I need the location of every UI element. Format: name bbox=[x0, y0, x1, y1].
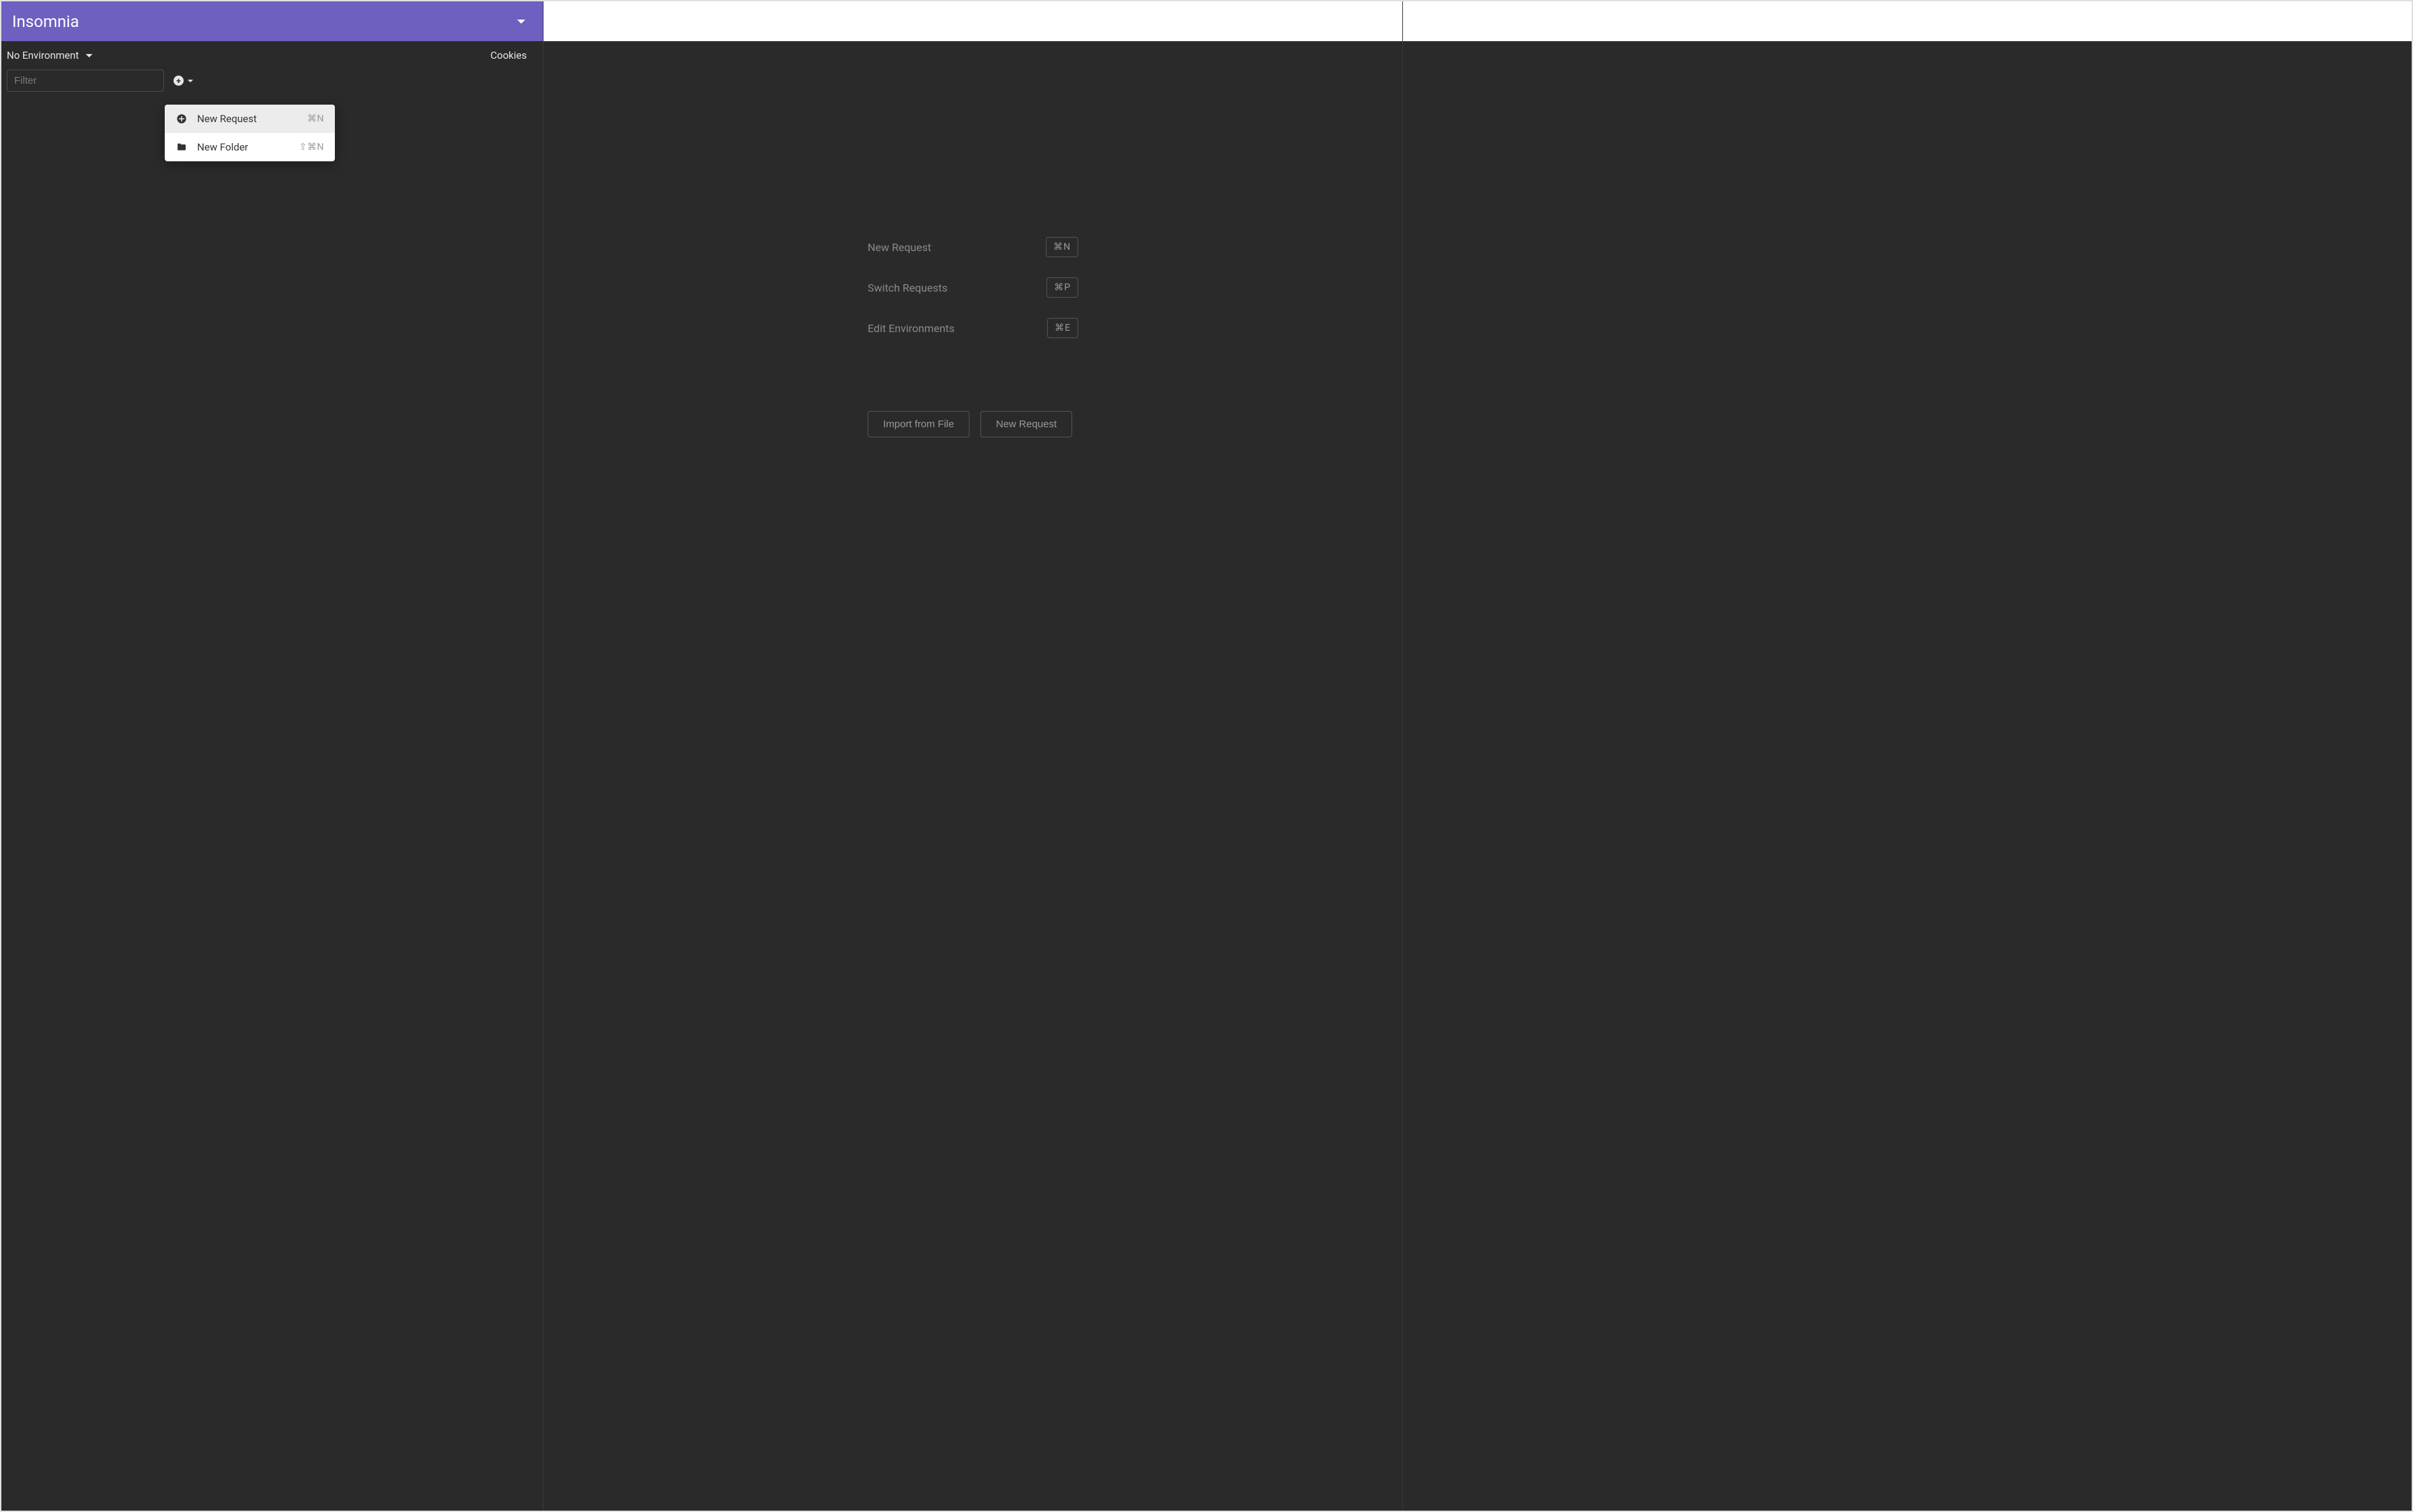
filter-input[interactable] bbox=[7, 70, 164, 92]
main-area: New Request ⌘N Switch Requests ⌘P Edit E… bbox=[543, 1, 2412, 1511]
menu-item-new-request[interactable]: New Request ⌘N bbox=[165, 105, 335, 133]
hint-shortcut: ⌘E bbox=[1047, 318, 1078, 338]
filter-row: + bbox=[1, 70, 543, 99]
response-pane-body bbox=[1403, 41, 2412, 1511]
menu-item-new-folder[interactable]: New Folder ⇧⌘N bbox=[165, 133, 335, 161]
caret-down-icon bbox=[86, 54, 92, 57]
environment-label: No Environment bbox=[7, 49, 79, 61]
workspace-dropdown[interactable]: Insomnia bbox=[1, 1, 543, 41]
hint-label: New Request bbox=[868, 241, 931, 254]
sidebar: Insomnia No Environment Cookies + bbox=[1, 1, 543, 1511]
hint-shortcut: ⌘P bbox=[1046, 277, 1078, 298]
shortcut-hints: New Request ⌘N Switch Requests ⌘P Edit E… bbox=[868, 237, 1078, 437]
caret-down-icon bbox=[188, 80, 193, 82]
caret-down-icon bbox=[517, 20, 525, 24]
request-pane-header bbox=[543, 1, 1402, 41]
plus-circle-icon bbox=[176, 113, 188, 124]
menu-item-shortcut: ⇧⌘N bbox=[299, 142, 324, 153]
cookies-button[interactable]: Cookies bbox=[490, 49, 527, 61]
menu-item-label: New Folder bbox=[197, 141, 290, 153]
app-root: Insomnia No Environment Cookies + New Re… bbox=[0, 0, 2413, 1512]
environment-bar: No Environment Cookies bbox=[1, 41, 543, 70]
request-pane-body: New Request ⌘N Switch Requests ⌘P Edit E… bbox=[543, 41, 1402, 1511]
hint-label: Edit Environments bbox=[868, 322, 955, 335]
hint-edit-environments: Edit Environments ⌘E bbox=[868, 318, 1078, 338]
plus-circle-icon: + bbox=[174, 76, 184, 86]
hint-switch-requests: Switch Requests ⌘P bbox=[868, 277, 1078, 298]
hint-label: Switch Requests bbox=[868, 281, 947, 294]
import-from-file-button[interactable]: Import from File bbox=[868, 411, 970, 437]
workspace-title: Insomnia bbox=[12, 12, 79, 31]
empty-state-actions: Import from File New Request bbox=[868, 411, 1078, 437]
new-request-button[interactable]: New Request bbox=[980, 411, 1072, 437]
request-pane: New Request ⌘N Switch Requests ⌘P Edit E… bbox=[543, 1, 1403, 1511]
create-request-dropdown-trigger[interactable]: + bbox=[174, 76, 193, 86]
menu-item-shortcut: ⌘N bbox=[307, 113, 324, 124]
menu-item-label: New Request bbox=[197, 113, 298, 125]
hint-new-request: New Request ⌘N bbox=[868, 237, 1078, 257]
response-pane bbox=[1403, 1, 2412, 1511]
folder-icon bbox=[176, 142, 188, 153]
environment-dropdown[interactable]: No Environment bbox=[7, 49, 92, 61]
response-pane-header bbox=[1403, 1, 2412, 41]
create-dropdown-menu: New Request ⌘N New Folder ⇧⌘N bbox=[165, 105, 335, 161]
hint-shortcut: ⌘N bbox=[1046, 237, 1078, 257]
